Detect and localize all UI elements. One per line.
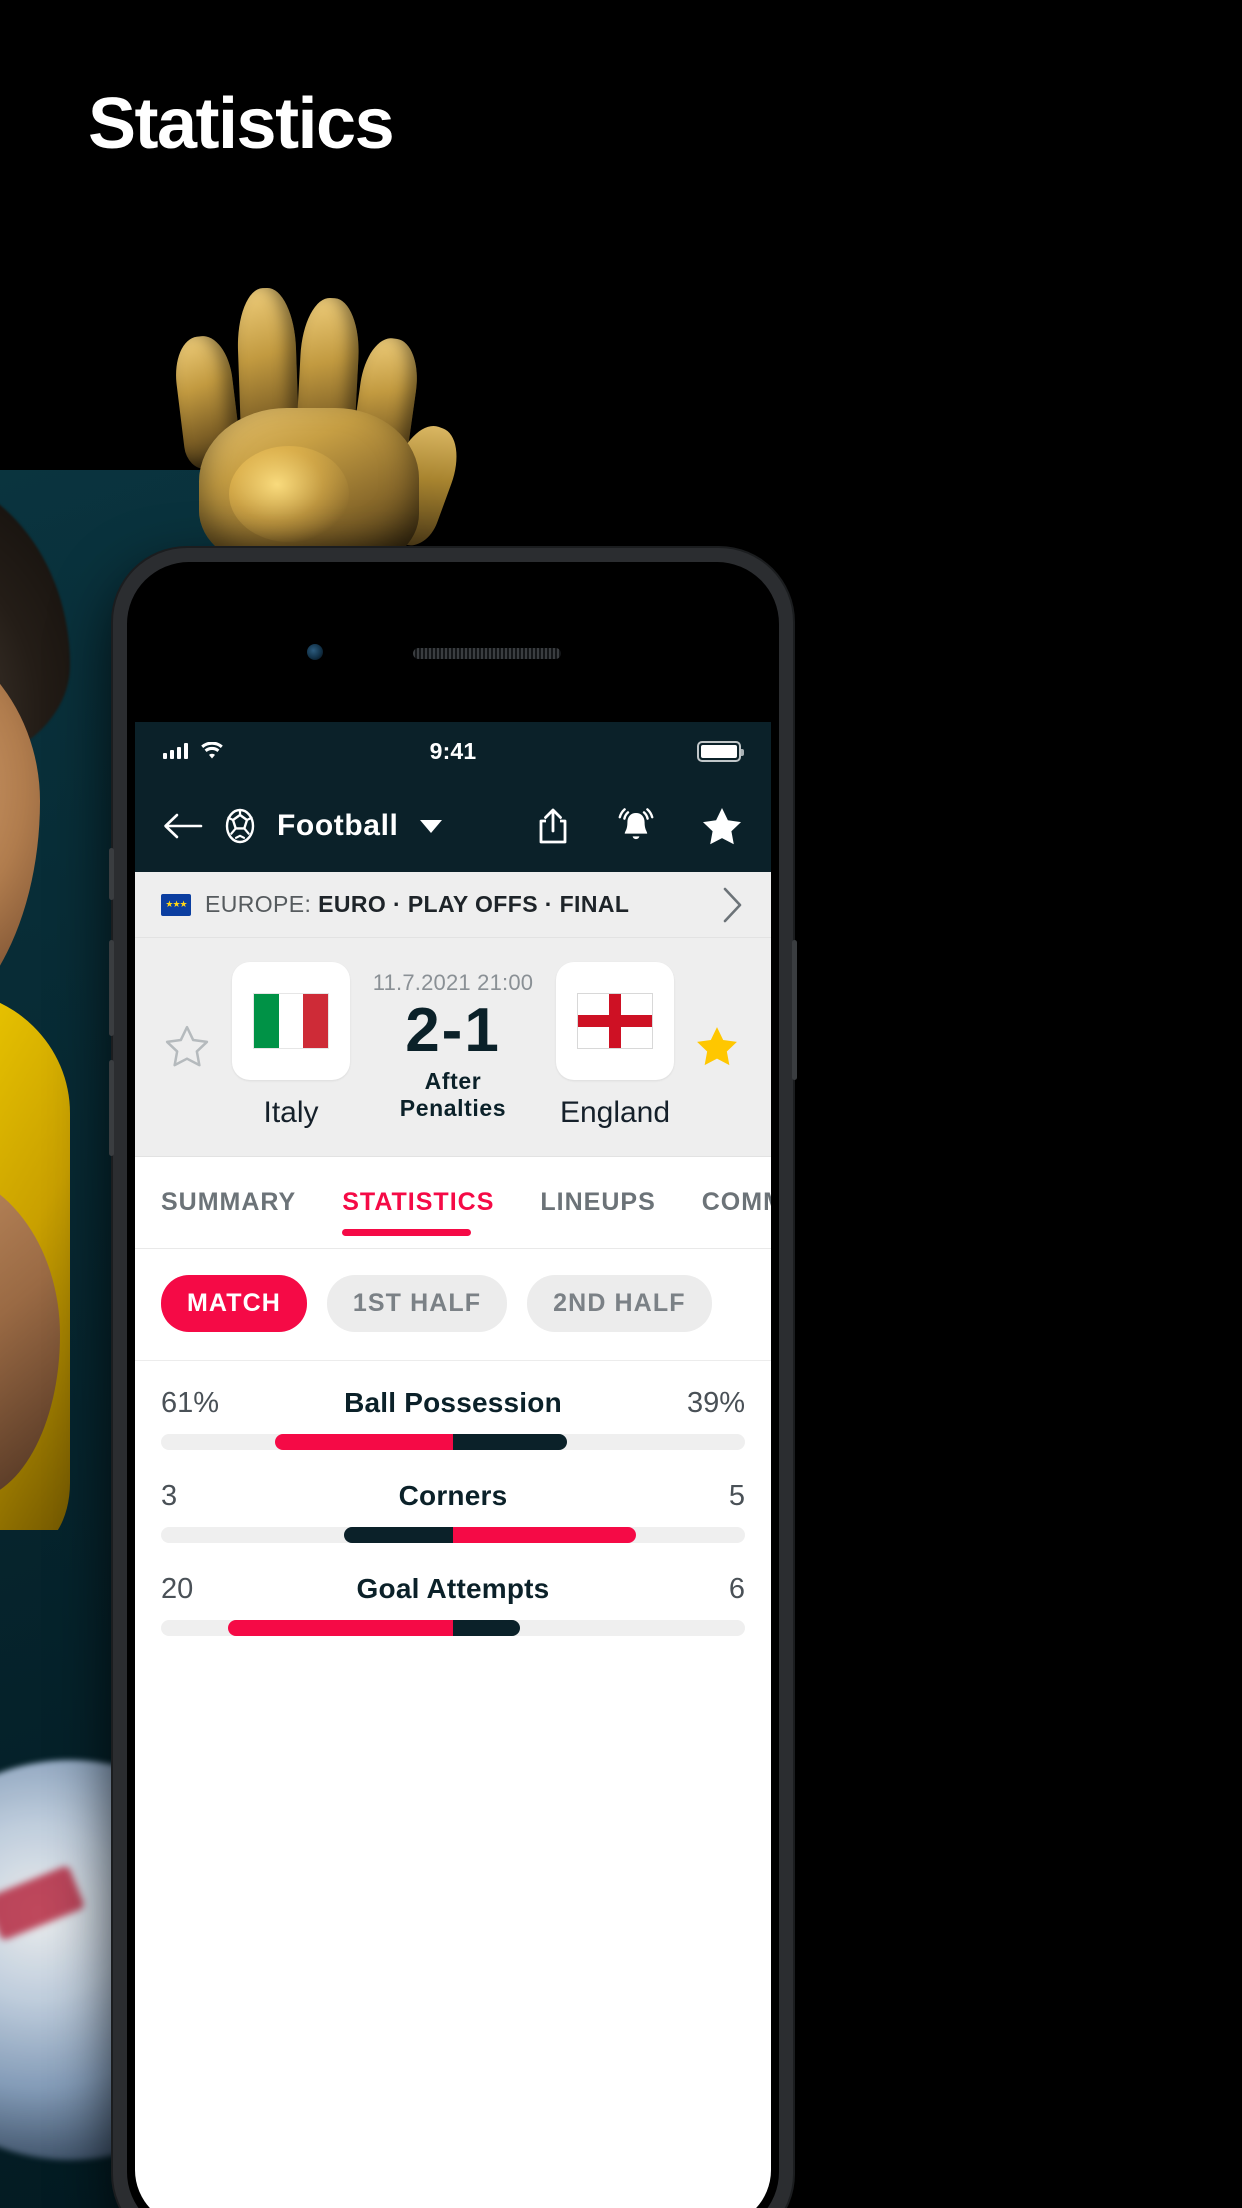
tab-lineups[interactable]: LINEUPS [540, 1157, 678, 1248]
goalkeeper-glove-photo [165, 278, 469, 568]
league-competition: EURO · PLAY OFFS · FINAL [318, 891, 630, 917]
match-score: 2-1 [405, 995, 501, 1065]
stat-row: 3 Corners 5 [161, 1480, 745, 1543]
match-datetime: 11.7.2021 21:00 [372, 969, 534, 995]
status-bar-time: 9:41 [429, 737, 477, 764]
phone-volume-up-button[interactable] [109, 940, 114, 1036]
stat-bar [161, 1527, 745, 1543]
stat-away-value: 5 [728, 1480, 745, 1512]
filter-2nd-half[interactable]: 2ND HALF [527, 1275, 712, 1332]
phone-power-button[interactable] [792, 940, 797, 1080]
app-header: Football [135, 780, 771, 872]
filter-match[interactable]: MATCH [161, 1275, 307, 1332]
stat-bar-away-fill [453, 1620, 521, 1636]
page-title: Statistics [88, 84, 395, 164]
league-row[interactable]: ★★★ EUROPE: EURO · PLAY OFFS · FINAL [135, 872, 771, 938]
chevron-right-icon[interactable] [719, 885, 745, 925]
home-team-name: Italy [263, 1096, 319, 1129]
match-header-card: Italy 11.7.2021 21:00 2-1 After Penaltie… [135, 938, 771, 1157]
stat-away-value: 39% [686, 1387, 745, 1419]
stat-home-value: 61% [161, 1387, 220, 1419]
soccer-ball-icon [221, 807, 259, 845]
phone-top-bezel [135, 570, 771, 722]
notification-bell-icon[interactable] [615, 806, 657, 846]
phone-mute-switch[interactable] [109, 848, 114, 900]
phone-volume-down-button[interactable] [109, 1060, 114, 1156]
stat-label: Goal Attempts [356, 1573, 550, 1604]
italy-flag-icon [232, 962, 350, 1080]
away-team-name: England [559, 1096, 671, 1129]
tab-commentary[interactable]: COMMENTARY [702, 1157, 771, 1248]
phone-bezel: 9:41 Football ★★★ EUROPE: EURO · PLAY OF… [127, 562, 779, 2208]
period-filters: MATCH 1ST HALF 2ND HALF [135, 1249, 771, 1361]
star-filled-icon[interactable] [701, 806, 743, 846]
front-camera-icon [307, 644, 323, 660]
stat-bar-away-fill [453, 1527, 636, 1543]
stat-bar [161, 1434, 745, 1450]
tab-statistics[interactable]: STATISTICS [342, 1157, 517, 1248]
stat-bar [161, 1620, 745, 1636]
phone-mockup: 9:41 Football ★★★ EUROPE: EURO · PLAY OF… [109, 548, 797, 2208]
screenshot-stage: Statistics 9:41 Football ★★★ EUROPE: EUR… [0, 0, 1242, 2208]
star-filled-icon[interactable] [695, 1025, 741, 1067]
earpiece-speaker [413, 648, 561, 659]
stat-row: 20 Goal Attempts 6 [161, 1573, 745, 1636]
chevron-down-icon[interactable] [420, 819, 443, 833]
stat-home-value: 3 [161, 1480, 178, 1512]
league-region: EUROPE: [205, 891, 312, 917]
glove-highlight [229, 446, 349, 542]
stat-bar-home-fill [274, 1434, 453, 1450]
tab-summary[interactable]: SUMMARY [161, 1157, 319, 1248]
filter-1st-half[interactable]: 1ST HALF [326, 1275, 508, 1332]
match-status: After Penalties [399, 1068, 507, 1122]
stat-bar-home-fill [228, 1620, 453, 1636]
phone-screen: 9:41 Football ★★★ EUROPE: EURO · PLAY OF… [135, 722, 771, 2208]
stat-row: 61% Ball Possession 39% [161, 1387, 745, 1450]
share-icon[interactable] [535, 806, 571, 846]
eu-flag-icon: ★★★ [161, 893, 191, 916]
app-header-actions [535, 806, 743, 846]
statistics-list: 61% Ball Possession 39% 3 Corners 5 20 G… [135, 1361, 771, 1636]
battery-icon [697, 740, 744, 762]
home-team[interactable]: Italy [211, 962, 371, 1130]
stat-bar-home-fill [343, 1527, 453, 1543]
league-label: EUROPE: EURO · PLAY OFFS · FINAL [205, 891, 705, 918]
back-arrow-icon[interactable] [163, 811, 203, 841]
away-team[interactable]: England [535, 962, 695, 1130]
england-flag-icon [556, 962, 674, 1080]
stat-label: Corners [398, 1480, 508, 1511]
app-header-left: Football [163, 807, 535, 845]
stat-away-value: 6 [728, 1573, 745, 1605]
stat-bar-away-fill [453, 1434, 567, 1450]
match-score-block: 11.7.2021 21:00 2-1 After Penalties [371, 970, 535, 1123]
status-bar: 9:41 [135, 722, 771, 780]
stat-label: Ball Possession [344, 1387, 562, 1418]
section-tabs: SUMMARY STATISTICS LINEUPS COMMENTARY [135, 1157, 771, 1249]
star-outline-icon[interactable] [165, 1025, 211, 1067]
app-header-title: Football [277, 809, 399, 842]
stat-home-value: 20 [161, 1573, 194, 1605]
